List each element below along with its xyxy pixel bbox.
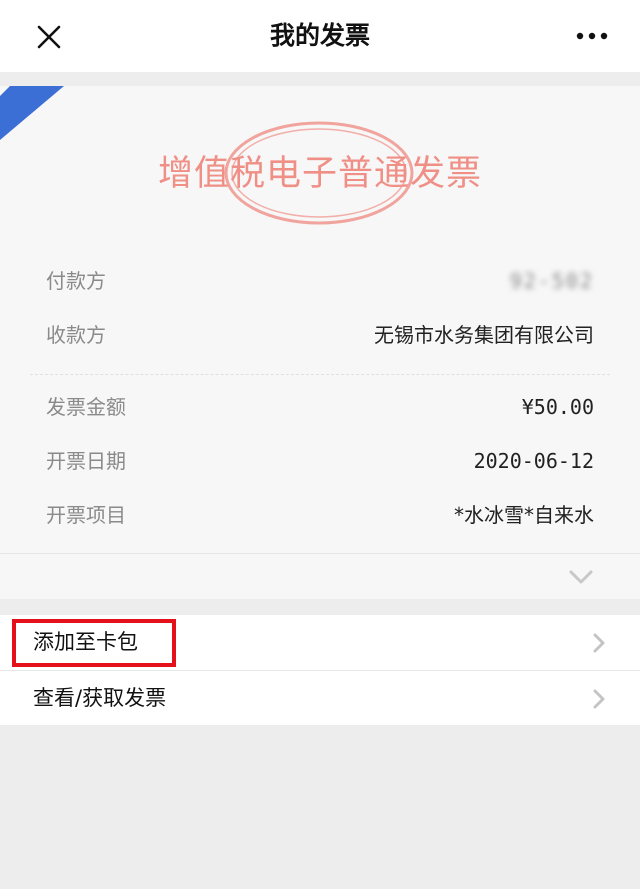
- card-divider: [0, 553, 640, 554]
- issue-date-value: 2020-06-12: [473, 449, 594, 473]
- item-label: 开票项目: [46, 503, 126, 527]
- top-bar: 我的发票: [0, 0, 640, 72]
- payee-row: 收款方 无锡市水务集团有限公司: [46, 315, 594, 355]
- view-invoice-item[interactable]: 查看/获取发票: [0, 671, 640, 726]
- amount-value: ¥50.00: [521, 395, 594, 419]
- chevron-right-icon: [593, 689, 605, 709]
- issue-date-label: 开票日期: [46, 449, 126, 473]
- more-icon: [576, 32, 608, 40]
- page-title: 我的发票: [269, 21, 370, 50]
- payer-value: 92-502: [509, 269, 594, 293]
- payer-label: 付款方: [46, 269, 106, 293]
- chevron-down-icon: [569, 570, 593, 584]
- issue-date-row: 开票日期 2020-06-12: [46, 441, 594, 481]
- expand-button[interactable]: [568, 564, 594, 590]
- payee-value: 无锡市水务集团有限公司: [374, 323, 594, 347]
- invoice-card: 增值税电子普通发票 付款方 92-502 收款方 无锡市水务集团有限公司 发票金…: [0, 86, 640, 599]
- highlight-box: [12, 619, 176, 667]
- item-value: *水冰雪*自来水: [454, 503, 594, 527]
- payee-label: 收款方: [46, 323, 106, 347]
- amount-label: 发票金额: [46, 395, 126, 419]
- item-row: 开票项目 *水冰雪*自来水: [46, 495, 594, 535]
- more-button[interactable]: [572, 24, 612, 48]
- dashed-divider: [30, 374, 610, 375]
- payer-row: 付款方 92-502: [46, 261, 594, 301]
- chevron-right-icon: [593, 633, 605, 653]
- amount-row: 发票金额 ¥50.00: [46, 387, 594, 427]
- invoice-title: 增值税电子普通发票: [157, 154, 482, 194]
- view-invoice-label: 查看/获取发票: [33, 686, 167, 710]
- corner-ribbon-icon: [0, 86, 64, 140]
